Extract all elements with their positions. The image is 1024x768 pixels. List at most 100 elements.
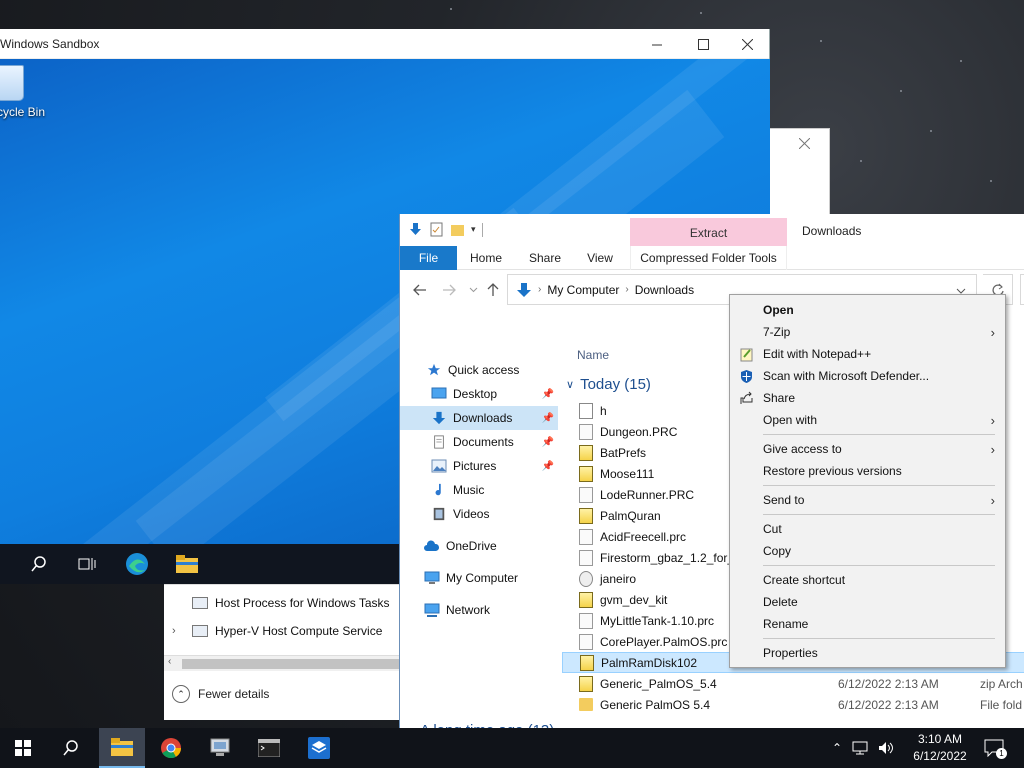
minimize-button[interactable] — [634, 29, 680, 59]
sandbox-title: Windows Sandbox — [0, 37, 100, 51]
process-row[interactable]: Host Process for Windows Tasks — [164, 591, 400, 615]
menu-label: Delete — [763, 595, 798, 609]
nav-downloads[interactable]: Downloads 📌 — [400, 406, 558, 430]
tab-file[interactable]: File — [400, 246, 457, 270]
prc-file-icon — [579, 612, 593, 629]
back-button[interactable] — [409, 280, 431, 300]
taskbar-chrome[interactable] — [148, 728, 194, 768]
maximize-button[interactable] — [680, 29, 726, 59]
recycle-bin[interactable]: cycle Bin — [0, 65, 56, 119]
breadcrumb-separator-icon[interactable]: › — [625, 284, 628, 295]
column-header-name[interactable]: Name — [577, 348, 609, 362]
menu-separator — [763, 434, 995, 435]
prc-file-icon — [579, 486, 593, 503]
network-icon[interactable] — [852, 741, 868, 755]
customize-toolbar-icon[interactable]: ▾ — [471, 224, 476, 235]
notification-center-button[interactable]: 1 — [982, 736, 1007, 760]
menu-open-with[interactable]: Open with › — [730, 409, 1005, 431]
nav-desktop[interactable]: Desktop 📌 — [400, 382, 558, 406]
scroll-left-icon[interactable]: ‹ — [168, 656, 171, 667]
close-icon[interactable] — [799, 138, 810, 149]
menu-rename[interactable]: Rename — [730, 613, 1005, 635]
search-button[interactable] — [48, 728, 94, 768]
download-arrow-icon — [517, 282, 531, 297]
chevron-up-icon: ⌃ — [172, 685, 190, 703]
menu-label: Scan with Microsoft Defender... — [763, 369, 930, 383]
chevron-up-icon[interactable]: ⌃ — [832, 741, 842, 755]
download-arrow-icon[interactable] — [408, 222, 423, 237]
chevron-right-icon[interactable]: › — [172, 625, 176, 637]
horizontal-scrollbar[interactable]: ‹ — [164, 655, 400, 671]
tab-view[interactable]: View — [578, 246, 622, 270]
tab-compressed-folder-tools[interactable]: Compressed Folder Tools — [630, 246, 787, 270]
new-folder-icon[interactable] — [450, 222, 465, 237]
nav-onedrive[interactable]: OneDrive — [400, 534, 558, 558]
nav-my-computer[interactable]: My Computer — [400, 566, 558, 590]
menu-open[interactable]: Open — [730, 299, 1005, 321]
start-button[interactable] — [0, 728, 46, 768]
scrollbar-thumb[interactable] — [182, 659, 400, 669]
breadcrumb-downloads[interactable]: Downloads — [635, 283, 694, 297]
group-header-today[interactable]: ∨ Today (15) — [566, 376, 651, 393]
menu-send-to[interactable]: Send to › — [730, 489, 1005, 511]
properties-icon[interactable] — [429, 222, 444, 237]
file-row[interactable]: Generic PalmOS 5.4 6/12/2022 2:13 AM File … — [562, 694, 1024, 715]
nav-documents[interactable]: Documents 📌 — [400, 430, 558, 454]
star-icon — [427, 363, 441, 376]
menu-scan-defender[interactable]: Scan with Microsoft Defender... — [730, 365, 1005, 387]
sandbox-task-view-button[interactable] — [72, 550, 102, 578]
menu-properties[interactable]: Properties — [730, 642, 1005, 664]
menu-share[interactable]: Share — [730, 387, 1005, 409]
menu-delete[interactable]: Delete — [730, 591, 1005, 613]
sandbox-titlebar[interactable]: Windows Sandbox — [0, 29, 769, 59]
recent-locations-button[interactable] — [462, 280, 484, 300]
background-dialog — [770, 128, 830, 218]
taskbar-windows-sandbox[interactable] — [296, 728, 342, 768]
clock[interactable]: 3:10 AM 6/12/2022 — [910, 731, 970, 765]
menu-edit-notepadpp[interactable]: Edit with Notepad++ — [730, 343, 1005, 365]
volume-icon[interactable] — [878, 741, 894, 755]
taskbar-remote-desktop[interactable] — [197, 728, 243, 768]
fewer-details-button[interactable]: ⌃ Fewer details — [172, 685, 269, 703]
recycle-bin-icon — [0, 65, 24, 101]
breadcrumb-separator-icon[interactable]: › — [538, 284, 541, 295]
download-arrow-icon — [432, 411, 446, 425]
zip-archive-icon — [579, 591, 593, 608]
explorer-titlebar[interactable]: ▾ Extract Downloads — [400, 214, 1024, 246]
sandbox-edge-button[interactable] — [122, 550, 152, 578]
close-button[interactable] — [724, 29, 770, 59]
extract-context-tab[interactable]: Extract — [630, 218, 787, 246]
sandbox-explorer-button[interactable] — [172, 550, 202, 578]
file-row[interactable]: Generic_PalmOS_5.4 6/12/2022 2:13 AM zip A… — [562, 673, 1024, 694]
menu-restore-versions[interactable]: Restore previous versions — [730, 460, 1005, 482]
up-button[interactable] — [482, 280, 504, 300]
maximize-icon — [697, 38, 709, 50]
task-view-icon — [78, 558, 96, 570]
nav-pictures[interactable]: Pictures 📌 — [400, 454, 558, 478]
menu-give-access[interactable]: Give access to › — [730, 438, 1005, 460]
nav-videos[interactable]: Videos — [400, 502, 558, 526]
tab-home[interactable]: Home — [463, 246, 509, 270]
file-name: janeiro — [600, 571, 637, 586]
file-type: File fold — [980, 697, 1023, 712]
process-row[interactable]: › Hyper-V Host Compute Service — [164, 619, 400, 643]
menu-create-shortcut[interactable]: Create shortcut — [730, 569, 1005, 591]
taskbar-file-explorer[interactable] — [99, 728, 145, 768]
taskbar-terminal[interactable] — [246, 728, 292, 768]
notepadpp-icon — [740, 348, 753, 361]
forward-button[interactable] — [438, 280, 460, 300]
nav-quick-access[interactable]: Quick access — [400, 358, 558, 382]
sandbox-search-button[interactable] — [24, 550, 54, 578]
menu-copy[interactable]: Copy — [730, 540, 1005, 562]
nav-music[interactable]: Music — [400, 478, 558, 502]
nav-network[interactable]: Network — [400, 598, 558, 622]
menu-cut[interactable]: Cut — [730, 518, 1005, 540]
minimize-icon — [651, 44, 662, 45]
tab-share[interactable]: Share — [522, 246, 568, 270]
menu-7zip[interactable]: 7-Zip › — [730, 321, 1005, 343]
pin-icon: 📌 — [541, 388, 554, 400]
zip-archive-icon — [580, 654, 594, 671]
breadcrumb-my-computer[interactable]: My Computer — [547, 283, 619, 297]
search-box[interactable] — [1020, 274, 1024, 305]
folder-icon — [111, 738, 133, 756]
